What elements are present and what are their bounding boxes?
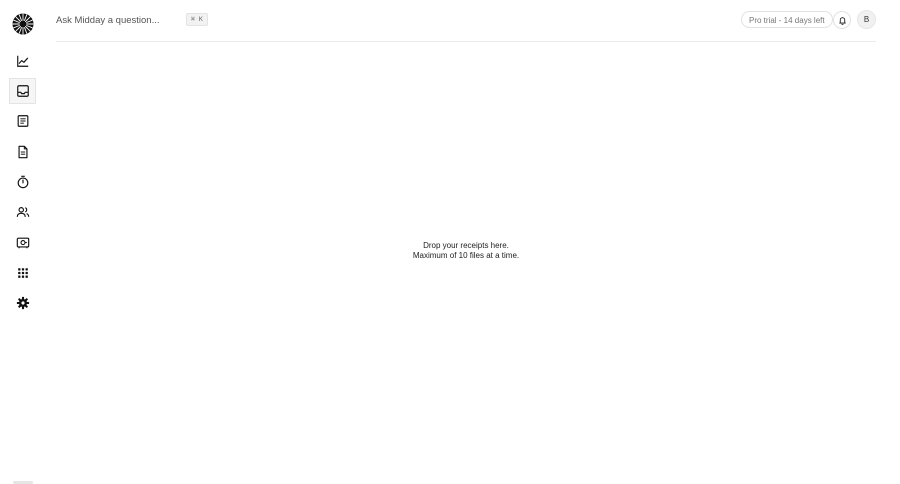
chart-line-icon: [16, 55, 28, 67]
inbox-icon: [16, 85, 29, 97]
transactions-icon: [17, 115, 28, 127]
customers-icon: [16, 207, 29, 217]
dropzone-message: Drop your receipts here. Maximum of 10 f…: [56, 241, 876, 261]
user-avatar[interactable]: B: [857, 10, 876, 29]
sidebar: [0, 0, 46, 484]
bell-icon: [838, 16, 846, 25]
notifications-button[interactable]: [833, 11, 851, 29]
sidebar-item-invoices[interactable]: [9, 139, 36, 165]
invoice-icon: [17, 145, 28, 159]
top-header: ⌘ K Pro trial - 14 days left B: [56, 0, 876, 42]
pro-trial-button[interactable]: Pro trial - 14 days left: [741, 11, 833, 28]
sidebar-item-vault[interactable]: [9, 230, 36, 256]
sidebar-item-apps[interactable]: [9, 260, 36, 286]
apps-icon: [17, 268, 28, 278]
timer-icon: [17, 175, 28, 189]
search-shortcut-badge: ⌘ K: [186, 13, 208, 26]
ask-midday-search-input[interactable]: [56, 9, 176, 31]
dropzone-subtitle: Maximum of 10 files at a time.: [412, 251, 520, 260]
sidebar-item-overview[interactable]: [9, 48, 36, 74]
sidebar-item-transactions[interactable]: [9, 108, 36, 134]
vault-icon: [16, 237, 29, 249]
app-window: ⌘ K Pro trial - 14 days left B Drop your…: [0, 0, 900, 484]
sidebar-item-inbox[interactable]: [9, 78, 36, 104]
sidebar-item-customers[interactable]: [9, 199, 36, 225]
dropzone-title: Drop your receipts here.: [423, 241, 509, 250]
settings-gear-icon: [16, 296, 29, 310]
sidebar-item-settings[interactable]: [9, 290, 36, 316]
sidebar-item-tracker[interactable]: [9, 169, 36, 195]
receipt-dropzone[interactable]: Drop your receipts here. Maximum of 10 f…: [56, 42, 876, 472]
midday-logo-icon[interactable]: [12, 13, 34, 35]
